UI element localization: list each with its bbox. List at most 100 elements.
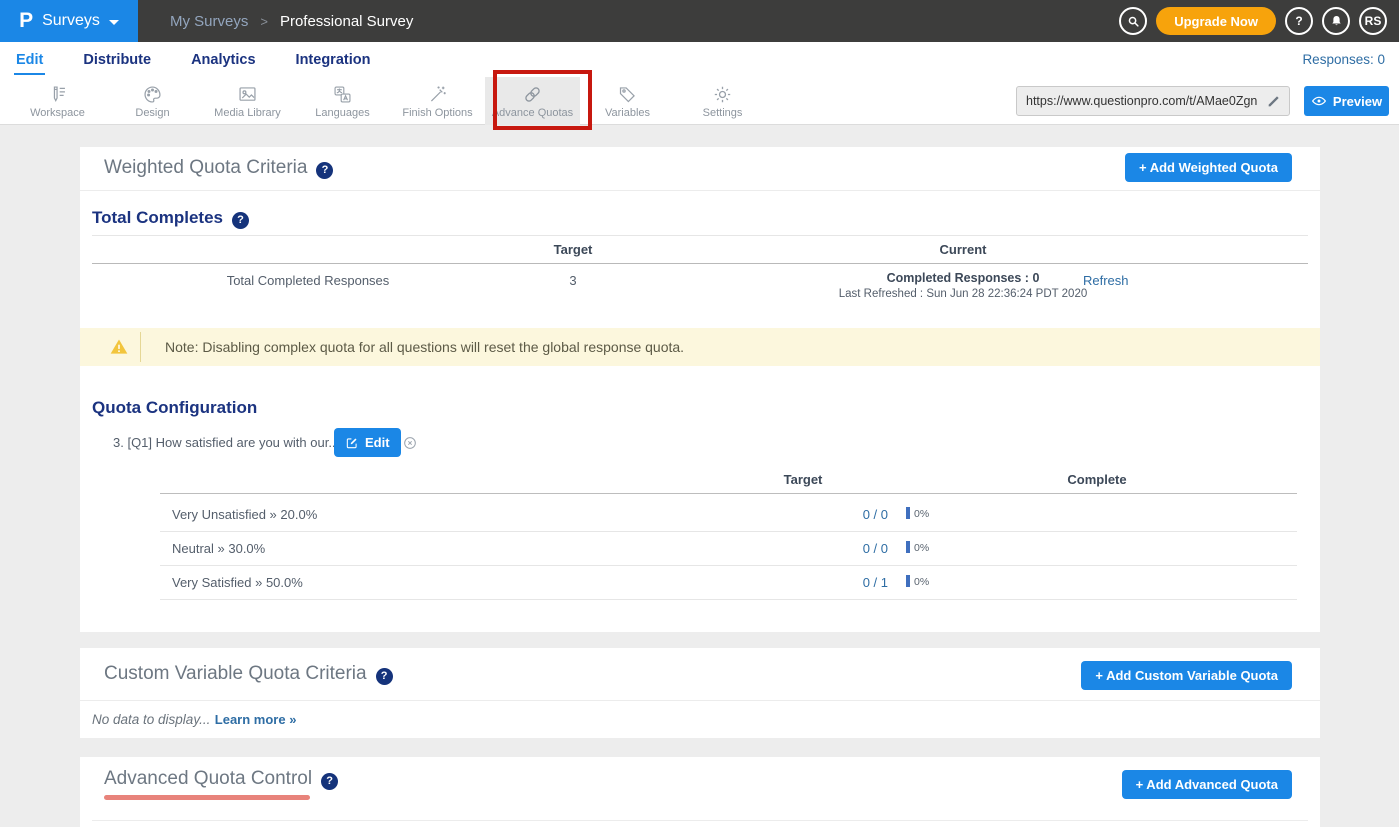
custom-variable-quota-title: Custom Variable Quota Criteria <box>104 663 367 685</box>
custom-variable-quota-card: Custom Variable Quota Criteria? + Add Cu… <box>80 648 1320 738</box>
column-header-target: Target <box>713 472 893 487</box>
quota-row-label: Neutral » 30.0% <box>172 541 265 556</box>
eye-icon <box>1311 93 1327 109</box>
completed-responses-count: Completed Responses : 0 <box>693 271 1233 285</box>
toolbar-item-label: Variables <box>605 107 650 119</box>
upgrade-now-button[interactable]: Upgrade Now <box>1156 7 1276 35</box>
toolbar-item-label: Finish Options <box>402 107 472 119</box>
quota-row-percent: 0% <box>914 542 929 554</box>
target-value: 3 <box>533 273 613 288</box>
toolbar-workspace[interactable]: Workspace <box>10 77 105 125</box>
toolbar-items: Workspace Design Media Library Languages… <box>10 77 770 125</box>
note-text: Note: Disabling complex quota for all qu… <box>165 339 684 355</box>
bell-icon <box>1329 14 1344 29</box>
search-icon <box>1126 14 1141 29</box>
toolbar-item-label: Design <box>135 107 169 119</box>
quota-row-target: 0 / 0 <box>780 541 888 556</box>
advanced-quota-card: Advanced Quota Control? + Add Advanced Q… <box>80 757 1320 827</box>
quota-row-label: Very Satisfied » 50.0% <box>172 575 303 590</box>
add-advanced-quota-button[interactable]: + Add Advanced Quota <box>1122 770 1292 799</box>
quota-question-label: 3. [Q1] How satisfied are you with our..… <box>113 435 339 450</box>
responses-count[interactable]: Responses: 0 <box>1302 52 1385 67</box>
quota-row-percent: 0% <box>914 576 929 588</box>
total-completed-responses-label: Total Completed Responses <box>158 273 458 288</box>
product-name: Surveys <box>42 12 100 30</box>
add-custom-variable-quota-button[interactable]: + Add Custom Variable Quota <box>1081 661 1292 690</box>
chevron-down-icon <box>109 20 119 25</box>
breadcrumb-separator: > <box>260 14 268 29</box>
toolbar-variables[interactable]: Variables <box>580 77 675 125</box>
survey-url-input[interactable] <box>1017 94 1266 108</box>
surveys-menu[interactable]: P Surveys <box>0 0 138 42</box>
help-icon[interactable]: ? <box>376 668 393 685</box>
quota-note-bar: Note: Disabling complex quota for all qu… <box>80 328 1320 366</box>
advanced-quota-title: Advanced Quota Control <box>104 768 312 790</box>
image-icon <box>237 84 258 105</box>
edit-pencil-square-icon <box>345 436 359 450</box>
edit-url-pencil-icon[interactable] <box>1266 93 1282 109</box>
weighted-quota-card: Weighted Quota Criteria? + Add Weighted … <box>80 147 1320 632</box>
toolbar-settings[interactable]: Settings <box>675 77 770 125</box>
help-icon[interactable]: ? <box>316 162 333 179</box>
breadcrumb: My Surveys > Professional Survey <box>170 13 413 30</box>
add-weighted-quota-button[interactable]: + Add Weighted Quota <box>1125 153 1292 182</box>
edit-question-quota-button[interactable]: Edit <box>334 428 401 457</box>
help-icon[interactable]: ? <box>321 773 338 790</box>
questionpro-logo-icon: P <box>19 9 33 33</box>
toolbar-media-library[interactable]: Media Library <box>200 77 295 125</box>
toolbar-advance-quotas[interactable]: Advance Quotas <box>485 77 580 125</box>
search-button[interactable] <box>1119 7 1147 35</box>
chain-links-icon <box>522 84 543 105</box>
help-icon[interactable]: ? <box>232 212 249 229</box>
workspace-icon <box>47 84 68 105</box>
magic-wand-icon <box>427 84 448 105</box>
toolbar-item-label: Workspace <box>30 107 85 119</box>
weighted-quota-title: Weighted Quota Criteria <box>104 157 307 179</box>
tab-integration[interactable]: Integration <box>294 45 373 75</box>
total-completes-title: Total Completes <box>92 208 223 228</box>
avatar[interactable]: RS <box>1359 7 1387 35</box>
survey-url-box <box>1016 86 1290 116</box>
toolbar-item-label: Languages <box>315 107 369 119</box>
tab-edit[interactable]: Edit <box>14 45 45 75</box>
translate-icon <box>332 84 353 105</box>
toolbar-languages[interactable]: Languages <box>295 77 390 125</box>
learn-more-link[interactable]: Learn more » <box>215 712 297 727</box>
topbar-actions: Upgrade Now ? RS <box>1119 7 1399 35</box>
quota-row-percent: 0% <box>914 508 929 520</box>
quota-progress-bar <box>906 507 910 519</box>
quota-progress-bar <box>906 575 910 587</box>
last-refreshed-timestamp: Last Refreshed : Sun Jun 28 22:36:24 PDT… <box>693 288 1233 300</box>
preview-button[interactable]: Preview <box>1304 86 1389 116</box>
note-divider <box>140 332 141 362</box>
refresh-link[interactable]: Refresh <box>1083 273 1129 288</box>
remove-quota-icon[interactable] <box>402 435 418 451</box>
quota-row-target: 0 / 0 <box>780 507 888 522</box>
annotation-underline <box>104 795 310 800</box>
gear-icon <box>712 84 733 105</box>
warning-icon <box>108 337 130 357</box>
toolbar-design[interactable]: Design <box>105 77 200 125</box>
tab-distribute[interactable]: Distribute <box>81 45 153 75</box>
column-header-complete: Complete <box>1007 472 1187 487</box>
quota-progress-bar <box>906 541 910 553</box>
help-button[interactable]: ? <box>1285 7 1313 35</box>
no-data-text: No data to display... <box>92 712 210 727</box>
toolbar-item-label: Advance Quotas <box>492 107 573 119</box>
toolbar-item-label: Media Library <box>214 107 281 119</box>
tab-analytics[interactable]: Analytics <box>189 45 257 75</box>
tag-icon <box>617 84 638 105</box>
quota-configuration-title: Quota Configuration <box>92 398 257 418</box>
notifications-button[interactable] <box>1322 7 1350 35</box>
quota-row-target: 0 / 1 <box>780 575 888 590</box>
breadcrumb-my-surveys[interactable]: My Surveys <box>170 13 248 30</box>
toolbar-finish-options[interactable]: Finish Options <box>390 77 485 125</box>
palette-icon <box>142 84 163 105</box>
breadcrumb-current-survey: Professional Survey <box>280 13 413 30</box>
column-header-current: Current <box>893 242 1033 257</box>
preview-label: Preview <box>1333 94 1382 109</box>
toolbar-item-label: Settings <box>703 107 743 119</box>
survey-nav-tabs: Edit Distribute Analytics Integration Re… <box>0 42 1399 77</box>
edit-button-label: Edit <box>365 435 390 450</box>
top-bar: P Surveys My Surveys > Professional Surv… <box>0 0 1399 42</box>
